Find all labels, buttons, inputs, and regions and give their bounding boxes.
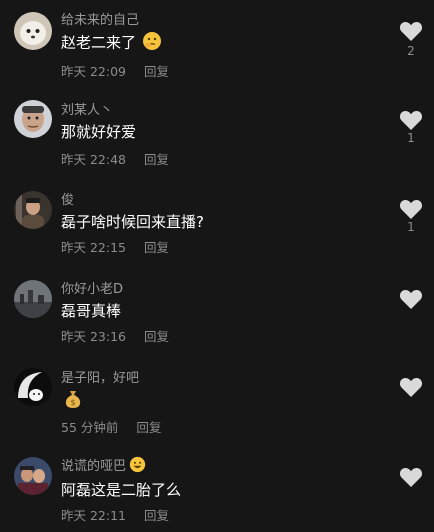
comment-item[interactable]: 你好小老D 磊哥真棒 昨天 23:16 回复	[0, 267, 434, 355]
comment-meta: 昨天 22:15 回复	[61, 237, 169, 256]
avatar[interactable]	[14, 100, 52, 138]
timestamp: 昨天 22:11	[61, 508, 126, 523]
like-count: 2	[407, 44, 415, 58]
username[interactable]: 给未来的自己	[61, 9, 139, 28]
avatar[interactable]	[14, 457, 52, 495]
comment-text: 磊子啥时候回来直播?	[61, 213, 204, 231]
comment-text: 磊哥真棒	[61, 302, 122, 320]
grin-emoji-icon	[129, 456, 146, 477]
comment-meta: 昨天 22:11 回复	[61, 505, 169, 524]
heart-icon[interactable]	[399, 198, 423, 220]
username[interactable]: 是子阳，好吧	[61, 367, 139, 386]
comment-meta: 昨天 23:16 回复	[61, 326, 169, 345]
comment-text: 阿磊这是二胎了么	[61, 481, 182, 499]
heart-icon[interactable]	[399, 466, 423, 488]
username[interactable]: 说谎的哑巴	[61, 459, 126, 474]
username[interactable]: 刘某人丶	[61, 99, 113, 118]
comment-item[interactable]: 俊 磊子啥时候回来直播? 昨天 22:15 回复 1	[0, 178, 434, 266]
reply-button[interactable]: 回复	[144, 240, 169, 255]
avatar[interactable]	[14, 12, 52, 50]
timestamp: 昨天 22:48	[61, 152, 126, 167]
comment-text: 赵老二来了	[61, 33, 137, 52]
comment-meta: 55 分钟前 回复	[61, 417, 161, 436]
avatar[interactable]	[14, 280, 52, 318]
comment-meta: 昨天 22:48 回复	[61, 149, 169, 168]
reply-button[interactable]: 回复	[144, 329, 169, 344]
like-count: 1	[407, 220, 415, 234]
comment-item[interactable]: 刘某人丶 那就好好爱 昨天 22:48 回复 1	[0, 88, 434, 176]
username[interactable]: 你好小老D	[61, 278, 123, 297]
comment-item[interactable]: 说谎的哑巴 阿磊这是二胎了么 昨天 22:11 回复	[0, 444, 434, 532]
timestamp: 昨天 22:09	[61, 64, 126, 79]
username-line: 说谎的哑巴	[61, 455, 146, 477]
money-bag-emoji-icon: $	[64, 389, 82, 413]
username[interactable]: 俊	[61, 189, 74, 208]
reply-button[interactable]: 回复	[136, 420, 161, 435]
timestamp: 55 分钟前	[61, 420, 119, 435]
comment-item[interactable]: 是子阳，好吧 $ 55 分钟前 回复	[0, 356, 434, 444]
comment-item[interactable]: 给未来的自己 赵老二来了 昨天 22:09 回复 2	[0, 0, 434, 88]
heart-icon[interactable]	[399, 376, 423, 398]
svg-text:$: $	[70, 398, 75, 407]
timestamp: 昨天 23:16	[61, 329, 126, 344]
comment-text-line: 赵老二来了	[61, 31, 162, 55]
avatar[interactable]	[14, 368, 52, 406]
heart-icon[interactable]	[399, 109, 423, 131]
avatar[interactable]	[14, 191, 52, 229]
comment-text: 那就好好爱	[61, 123, 137, 141]
comment-meta: 昨天 22:09 回复	[61, 61, 169, 80]
timestamp: 昨天 22:15	[61, 240, 126, 255]
comment-text-line: $	[61, 389, 82, 413]
reply-button[interactable]: 回复	[144, 152, 169, 167]
thinking-emoji-icon	[142, 31, 162, 55]
heart-icon[interactable]	[399, 20, 423, 42]
like-count: 1	[407, 131, 415, 145]
heart-icon[interactable]	[399, 288, 423, 310]
reply-button[interactable]: 回复	[144, 508, 169, 523]
reply-button[interactable]: 回复	[144, 64, 169, 79]
